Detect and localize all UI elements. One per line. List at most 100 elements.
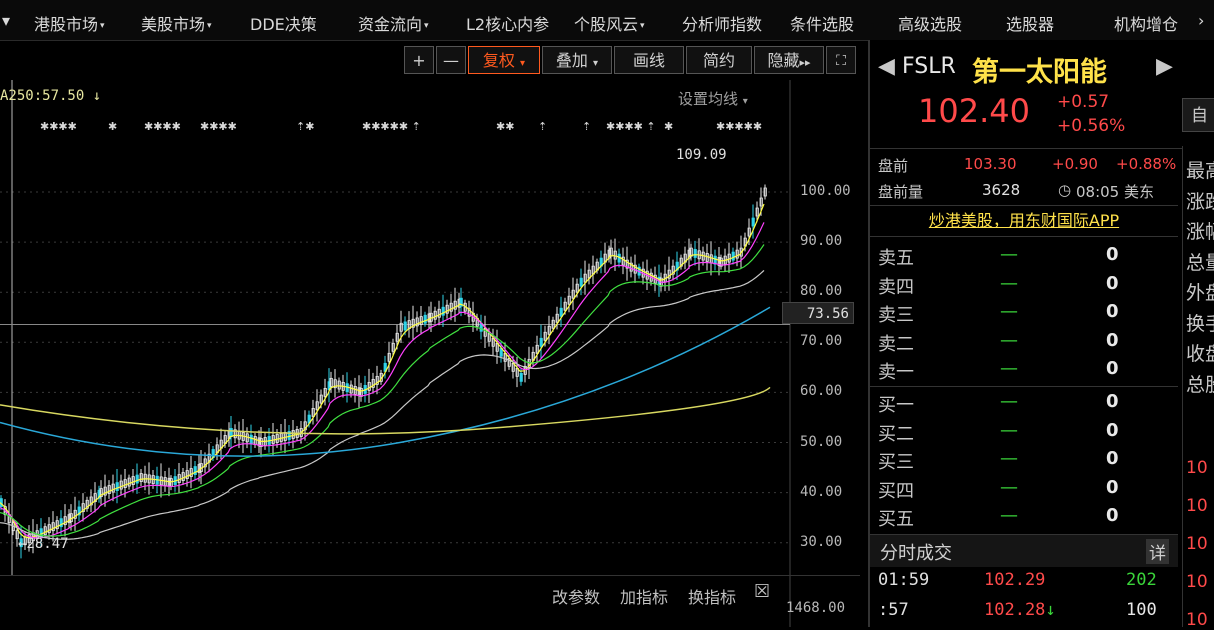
- tick-time: :57: [878, 600, 909, 620]
- premarket-volume-row: 盘前量 3628 ◷ 08:05 美东: [878, 181, 1178, 202]
- menu-item-1[interactable]: 美股市场 ▾: [141, 11, 212, 35]
- tick-volume: 100: [1126, 600, 1157, 620]
- bid-row: 买二 — 0: [878, 420, 1178, 448]
- tick-price: 102.28: [984, 600, 1046, 620]
- menu-item-6[interactable]: 分析师指数: [682, 11, 762, 35]
- orderbook-level-label: 买四: [878, 480, 914, 502]
- change-params-button[interactable]: 改参数: [552, 584, 600, 608]
- orderbook-level-label: 买二: [878, 423, 914, 445]
- menu-item-8[interactable]: 高级选股: [898, 11, 962, 35]
- tick-volume: 202: [1126, 570, 1157, 590]
- bid-row: 买三 — 0: [878, 448, 1178, 476]
- orderbook-volume: 0: [1106, 329, 1119, 351]
- add-self-select-button[interactable]: 自: [1182, 98, 1214, 132]
- orderbook-volume: 0: [1106, 391, 1119, 412]
- market-time: 08:05 美东: [1076, 183, 1154, 201]
- ask-row: 卖三 — 0: [878, 301, 1178, 329]
- tick-price-wrap: 102.29: [984, 570, 1045, 590]
- high-label: 109.09: [676, 147, 727, 163]
- zoom-out-button[interactable]: —: [436, 46, 466, 74]
- candle-body: [423, 314, 427, 324]
- kline-chart[interactable]: ✱✱✱✱ ✱ ✱✱✱✱ ✱✱✱✱ ⇡✱ ✱✱✱✱✱ ⇡ ✱✱ ⇡ ⇡ ✱✱✱✱ ⇡ ✱ ✱✱✱✱✱: [0, 80, 860, 627]
- y-axis-tick: 80.00: [800, 283, 843, 300]
- chevron-down-icon: ▾: [593, 58, 599, 69]
- y-axis-tick: 30.00: [800, 533, 843, 550]
- orderbook-volume: 0: [1106, 358, 1119, 380]
- menu-item-4[interactable]: L2核心内参: [466, 11, 549, 35]
- orderbook-price: —: [1000, 301, 1018, 323]
- diejia-button[interactable]: 叠加 ▾: [542, 46, 612, 74]
- close-icon[interactable]: ☒: [754, 581, 770, 602]
- switch-indicator-button[interactable]: 换指标: [688, 584, 736, 608]
- stock-symbol: FSLR: [902, 54, 956, 79]
- expand-icon[interactable]: ⛶: [826, 46, 856, 74]
- menu-item-7[interactable]: 条件选股: [790, 11, 854, 35]
- stat-value: 10: [1186, 572, 1208, 592]
- orderbook-price: —: [1000, 244, 1018, 265]
- ask-row: 卖五 — 0: [878, 244, 1178, 272]
- premarket-volume: 3628: [982, 181, 1021, 199]
- orderbook-price: —: [1000, 391, 1018, 412]
- clock-icon: ◷: [1058, 181, 1072, 199]
- menu-item-0[interactable]: 港股市场 ▾: [34, 11, 105, 35]
- orderbook-price: —: [1000, 329, 1018, 351]
- last-price: 102.40: [918, 92, 1030, 130]
- double-arrow-icon: ▸▸: [799, 56, 811, 69]
- orderbook-price: —: [1000, 476, 1018, 498]
- change-percent: +0.56%: [1057, 116, 1126, 136]
- ma250-label: A250:57.50 ↓: [0, 88, 102, 104]
- menu-item-2[interactable]: DDE决策: [250, 11, 317, 35]
- menu-item-3[interactable]: 资金流向 ▾: [358, 11, 429, 35]
- change-value: +0.57: [1057, 92, 1110, 112]
- chevron-down-icon: ▾: [424, 20, 429, 31]
- stat-value: 10: [1186, 534, 1208, 554]
- orderbook-volume: 0: [1106, 505, 1119, 527]
- yincang-button[interactable]: 隐藏▸▸: [754, 46, 824, 74]
- menu-left-dropdown-icon[interactable]: ▾: [2, 11, 10, 30]
- next-stock-icon[interactable]: ▶: [1156, 54, 1173, 79]
- orderbook-divider: [870, 386, 1178, 387]
- candle-body: [403, 321, 407, 331]
- y-axis-tick: 70.00: [800, 333, 843, 350]
- candle-body: [731, 251, 735, 261]
- event-mark: ✱: [664, 120, 673, 133]
- chevron-down-icon: ▾: [100, 20, 105, 31]
- prev-stock-icon[interactable]: ◀: [878, 54, 895, 79]
- bid-row: 买四 — 0: [878, 477, 1178, 505]
- ticks-header: 分时成交 详: [870, 534, 1178, 567]
- add-indicator-button[interactable]: 加指标: [620, 584, 668, 608]
- promo-link[interactable]: 炒港美股，用东财国际APP: [870, 205, 1178, 237]
- huaxian-button[interactable]: 画线: [614, 46, 684, 74]
- y-axis-tick: 40.00: [800, 483, 843, 500]
- orderbook-price: —: [1000, 272, 1018, 294]
- menu-item-label: 美股市场: [141, 15, 206, 34]
- set-ma-button[interactable]: 设置均线 ▾: [678, 88, 748, 109]
- event-mark: ✱✱: [496, 120, 514, 133]
- top-menu-bar: ▾ 港股市场 ▾ 美股市场 ▾ DDE决策 资金流向 ▾ L2核心内参 个股风云 ▾ 分析师指数 条件…: [0, 0, 1214, 41]
- zoom-in-button[interactable]: +: [404, 46, 434, 74]
- ask-row: 卖四 — 0: [878, 273, 1178, 301]
- menu-item-5[interactable]: 个股风云 ▾: [574, 11, 645, 35]
- jianyue-button[interactable]: 简约: [686, 46, 752, 74]
- tick-direction-icon: ↓: [1045, 600, 1056, 620]
- crosshair-price-marker: 73.56: [782, 302, 854, 324]
- orderbook-level-label: 买三: [878, 452, 914, 474]
- event-mark: ✱✱✱✱✱: [716, 120, 762, 133]
- tick-price: 102.29: [984, 570, 1046, 590]
- fuquan-button[interactable]: 复权 ▾: [468, 46, 540, 74]
- bid-row: 买五 — 0: [878, 505, 1178, 533]
- arrow-down-icon: ↓: [92, 88, 102, 104]
- volume-axis-tick: 1468.00: [786, 600, 846, 616]
- tick-row: :57 102.28↓ 100: [870, 600, 1170, 630]
- divider: [870, 148, 1182, 149]
- ma60-line: [0, 269, 765, 540]
- ticks-detail-button[interactable]: 详: [1146, 539, 1169, 564]
- yincang-label: 隐藏: [767, 51, 800, 70]
- menu-scroll-right-icon[interactable]: ›: [1198, 11, 1204, 30]
- menu-item-10[interactable]: 机构增仓: [1114, 11, 1178, 35]
- menu-item-label: 港股市场: [34, 15, 99, 34]
- stock-name: 第一太阳能: [972, 57, 1107, 88]
- menu-item-9[interactable]: 选股器: [1006, 11, 1054, 35]
- orderbook-volume: 0: [1106, 448, 1119, 470]
- chart-toolbar: + — 复权 ▾ 叠加 ▾ 画线 简约 隐藏▸▸ ⛶: [0, 41, 860, 79]
